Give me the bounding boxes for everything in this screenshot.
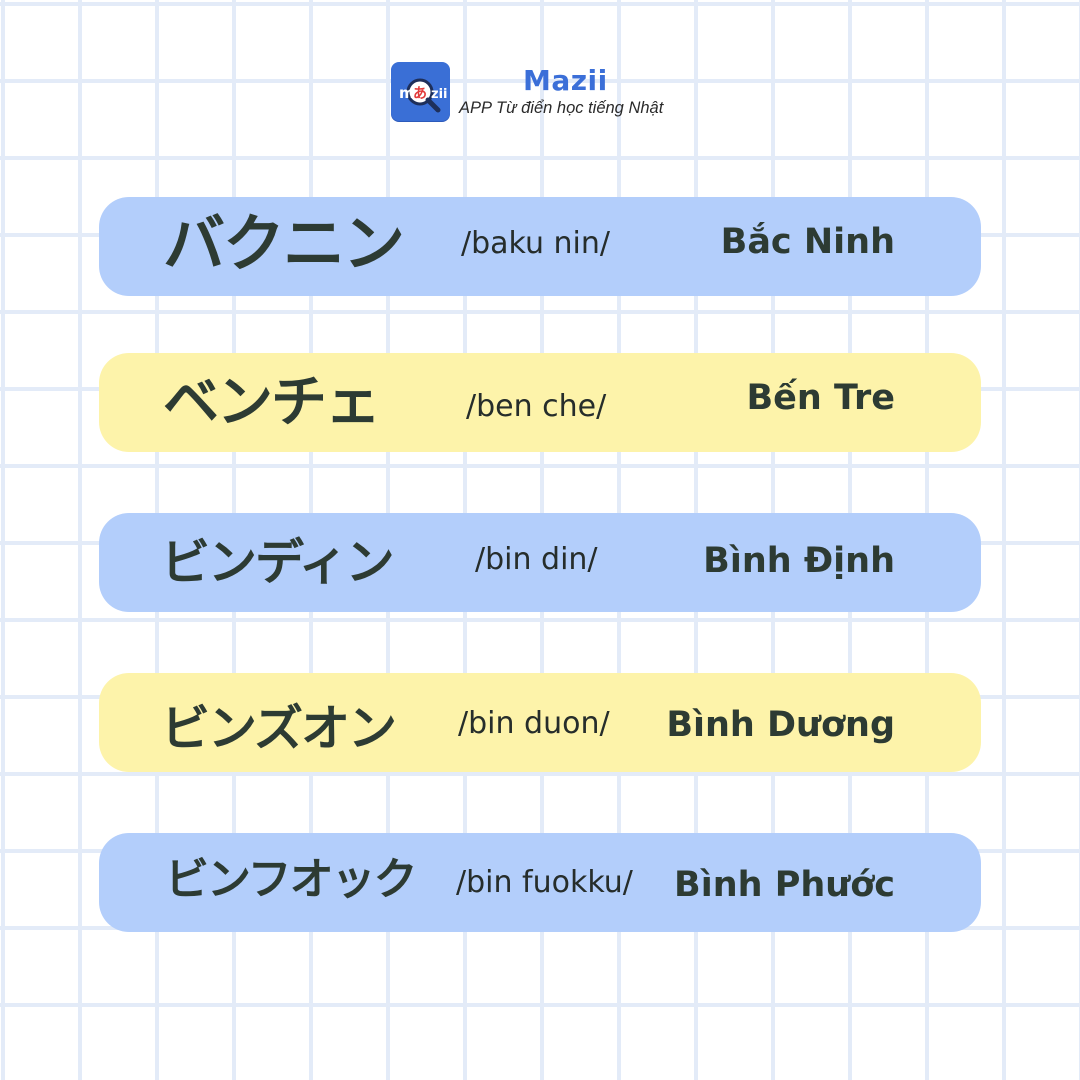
katakana-word: バクニン (163, 207, 405, 280)
vocab-row-bac-ninh: バクニン /baku nin/ Bắc Ninh (99, 197, 981, 296)
vietnamese-name: Bến Tre (746, 378, 895, 418)
katakana-word: ビンディン (161, 534, 395, 591)
katakana-word: ベンチェ (163, 370, 381, 435)
vietnamese-name: Bình Dương (666, 705, 895, 745)
mazii-logo-icon: m あ zii (391, 62, 450, 121)
romaji-reading: /bin fuokku/ (456, 865, 633, 900)
brand-tagline: APP Từ điển học tiếng Nhật (459, 99, 664, 117)
vietnamese-name: Bình Định (703, 541, 895, 581)
svg-text:あ: あ (413, 86, 427, 102)
romaji-reading: /baku nin/ (461, 226, 611, 261)
vocab-row-binh-duong: ビンズオン /bin duon/ Bình Dương (99, 673, 981, 772)
vocab-row-binh-phuoc: ビンフオック /bin fuokku/ Bình Phước (99, 833, 981, 932)
vietnamese-name: Bình Phước (674, 865, 895, 905)
app-header: m あ zii Mazii APP Từ điển học tiếng Nhật (391, 62, 691, 124)
romaji-reading: /ben che/ (466, 389, 607, 424)
vocab-row-binh-dinh: ビンディン /bin din/ Bình Định (99, 513, 981, 612)
brand-name: Mazii (523, 64, 608, 97)
katakana-word: ビンフオック (165, 854, 418, 905)
svg-text:zii: zii (431, 87, 447, 102)
vocab-row-ben-tre: ベンチェ /ben che/ Bến Tre (99, 353, 981, 452)
romaji-reading: /bin duon/ (458, 706, 610, 741)
romaji-reading: /bin din/ (475, 542, 598, 577)
katakana-word: ビンズオン (161, 700, 397, 757)
vietnamese-name: Bắc Ninh (720, 222, 895, 262)
